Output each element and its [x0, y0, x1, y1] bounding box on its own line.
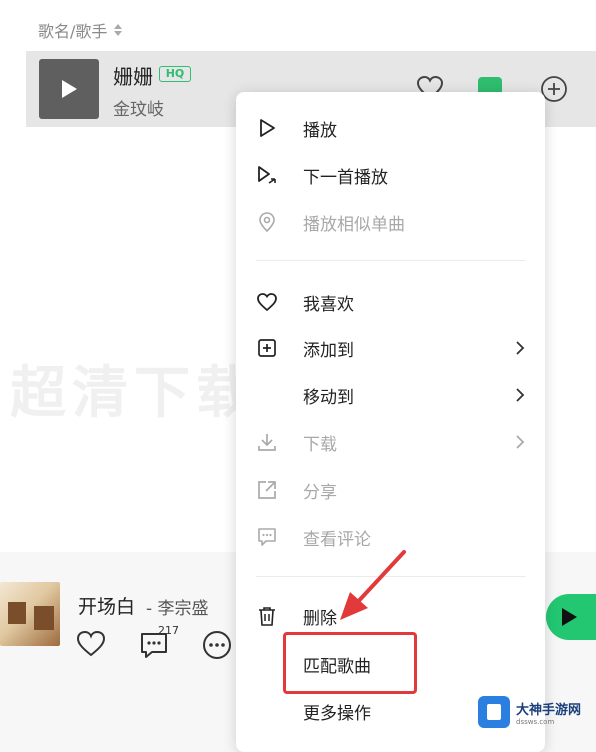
now-playing-title[interactable]: 开场白 [78, 592, 135, 619]
menu-item-play-next[interactable]: 下一首播放 [236, 153, 545, 197]
now-playing-artist[interactable]: - 李宗盛 [146, 594, 209, 619]
menu-item-move-to[interactable]: 移动到 [236, 373, 545, 417]
player-like-heart-icon[interactable] [76, 630, 106, 658]
hq-badge: HQ [159, 66, 191, 82]
watermark-url: dssws.com [516, 717, 555, 726]
sort-icon [114, 24, 123, 36]
comment-icon [256, 526, 278, 548]
watermark-logo-icon [478, 696, 510, 728]
annotation-arrow-icon [340, 550, 406, 620]
menu-item-label: 添加到 [303, 340, 354, 361]
menu-item-label: 更多操作 [303, 703, 371, 724]
menu-item-label: 播放相似单曲 [303, 214, 405, 235]
menu-item-label: 我喜欢 [303, 294, 354, 315]
play-outline-icon [256, 117, 278, 139]
column-header-label: 歌名/歌手 [38, 22, 108, 41]
column-header-title-artist[interactable]: 歌名/歌手 [38, 18, 123, 42]
chevron-right-icon [516, 388, 525, 402]
song-title: 姗姗 [113, 65, 153, 89]
chevron-right-icon [516, 341, 525, 355]
add-square-icon [256, 337, 278, 359]
menu-item-play[interactable]: 播放 [236, 106, 545, 150]
menu-divider [256, 260, 526, 261]
menu-item-play-similar[interactable]: 播放相似单曲 [236, 200, 545, 244]
annotation-highlight-box [283, 632, 417, 694]
download-icon [256, 431, 278, 453]
music-app-window: 歌名/歌手 姗姗 HQ 金玟岐 超清下载 开场白 - 李宗盛 217 播放 下一… [0, 0, 596, 752]
menu-item-label: 分享 [303, 482, 337, 503]
menu-item-label: 下载 [303, 434, 337, 455]
song-cover-play-button[interactable] [39, 59, 99, 119]
play-pause-button[interactable] [546, 594, 596, 640]
play-icon [62, 80, 77, 98]
site-watermark: 大神手游网 dssws.com [478, 690, 590, 734]
similar-radio-icon [256, 211, 278, 233]
heart-icon [256, 291, 278, 313]
menu-item-download[interactable]: 下载 [236, 420, 545, 464]
menu-item-label: 查看评论 [303, 529, 371, 550]
menu-item-label: 下一首播放 [303, 167, 388, 188]
now-playing-album-art[interactable] [0, 582, 60, 646]
watermark-title: 大神手游网 [516, 702, 582, 718]
menu-item-share[interactable]: 分享 [236, 468, 545, 512]
menu-item-like[interactable]: 我喜欢 [236, 280, 545, 324]
menu-item-add-to[interactable]: 添加到 [236, 326, 545, 370]
song-artist[interactable]: 金玟岐 [113, 95, 164, 120]
menu-item-label: 播放 [303, 120, 337, 141]
comment-count: 217 [158, 624, 179, 637]
background-faded-text: 超清下载 [10, 361, 258, 426]
chevron-right-icon [516, 435, 525, 449]
play-next-icon [256, 164, 278, 186]
more-options-icon[interactable] [202, 630, 232, 660]
trash-icon [256, 605, 278, 627]
play-icon [562, 608, 577, 626]
menu-item-label: 移动到 [303, 387, 354, 408]
share-icon [256, 479, 278, 501]
